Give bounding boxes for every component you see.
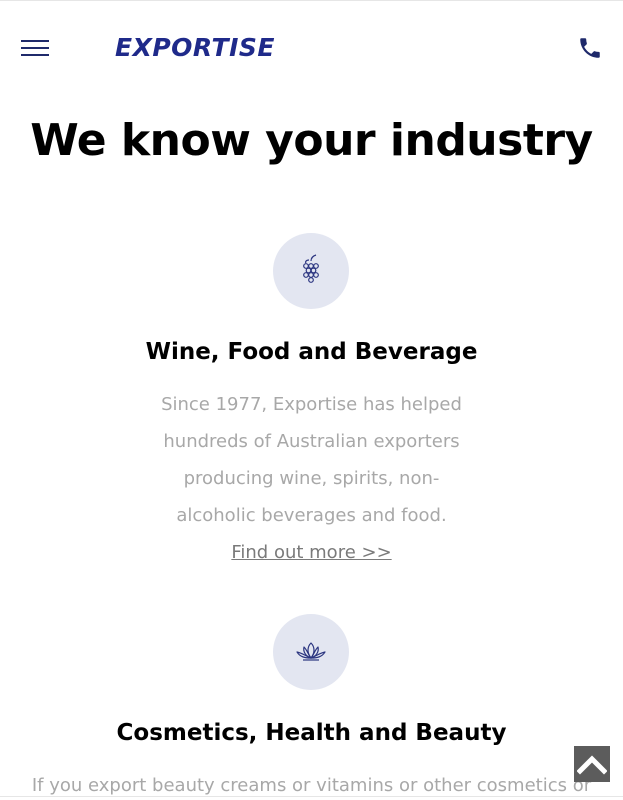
industry-title: Wine, Food and Beverage — [145, 339, 478, 365]
description-line: Since 1977, Exportise has helped — [161, 394, 462, 415]
find-out-more-link[interactable]: Find out more >> — [231, 542, 391, 563]
page-title: We know your industry — [30, 115, 593, 166]
description-line: hundreds of Australian exporters — [163, 431, 460, 452]
industry-icon-circle — [273, 614, 349, 690]
chevron-up-icon — [577, 755, 607, 775]
grapes-icon — [303, 254, 319, 283]
description-line: alcoholic beverages and food. — [176, 505, 447, 526]
industry-icon-circle — [273, 233, 349, 309]
find-out-more-wrapper: Find out more >> — [0, 540, 623, 566]
logo[interactable]: EXPORTISE — [115, 34, 275, 62]
description-line: producing wine, spirits, non- — [183, 468, 440, 489]
industry-title: Cosmetics, Health and Beauty — [116, 720, 507, 746]
industry-description: Since 1977, Exportise has helped hundred… — [150, 386, 473, 534]
scroll-to-top-button[interactable] — [574, 746, 610, 782]
site-header: EXPORTISE — [0, 0, 623, 96]
phone-icon[interactable] — [577, 34, 603, 62]
lotus-icon — [296, 642, 326, 661]
hamburger-menu-icon[interactable] — [21, 38, 49, 58]
